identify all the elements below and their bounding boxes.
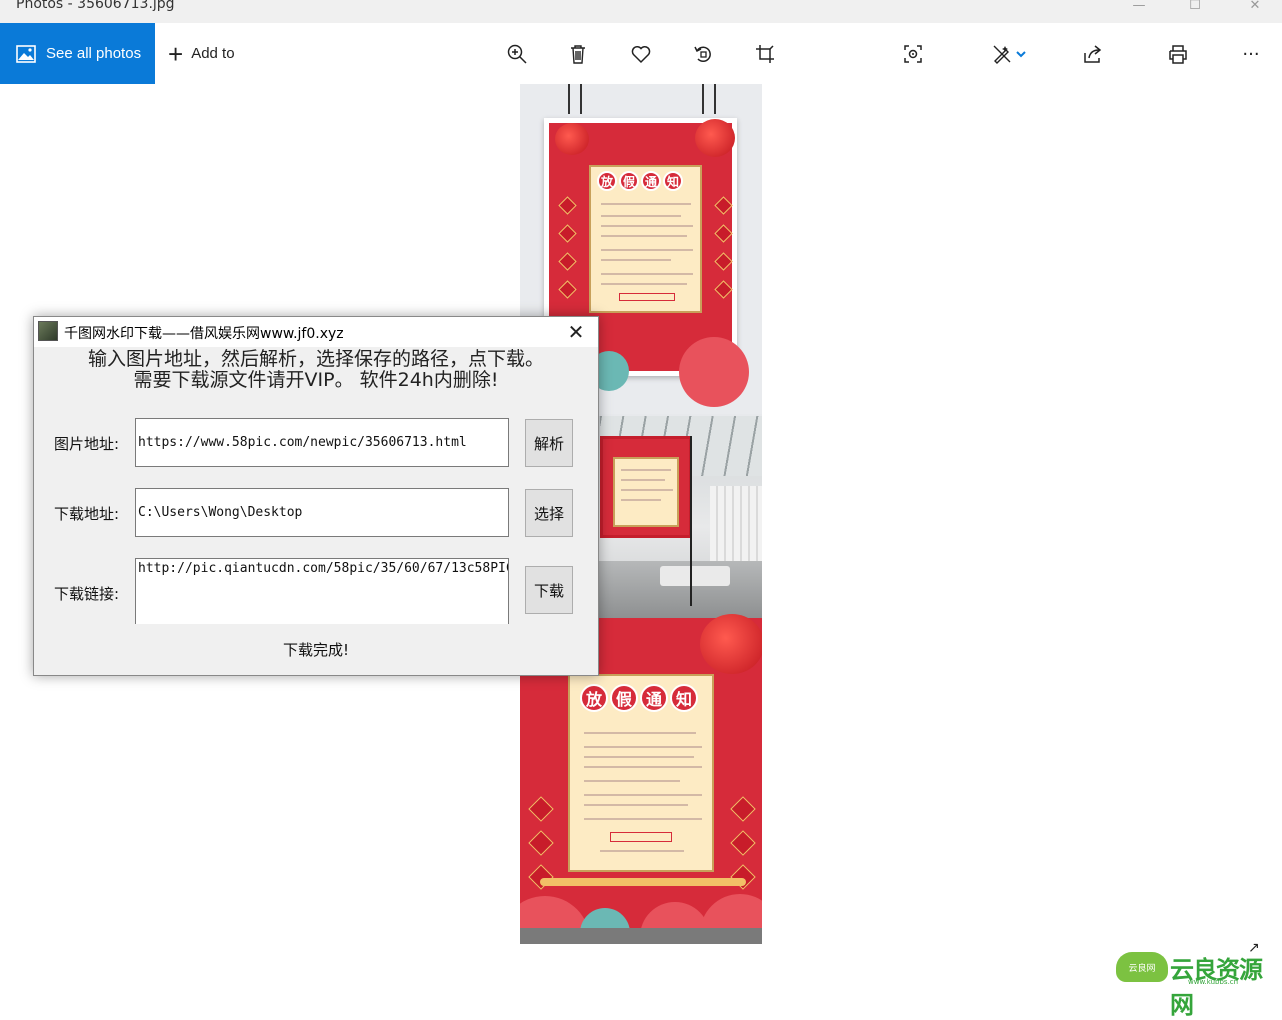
site-watermark: 云良网 云良资源网 www.kubbs.cn <box>1116 944 1282 1019</box>
instruction-line-2: 需要下载源文件请开VIP。 软件24h内删除! <box>133 369 499 391</box>
minimize-button[interactable]: — <box>1116 0 1162 16</box>
window-title: Photos - 35606713.jpg <box>16 0 175 12</box>
binder-clip <box>702 84 716 114</box>
binder-clip <box>568 84 582 114</box>
save-path-input[interactable]: C:\Users\Wong\Desktop <box>135 488 509 537</box>
download-link-label: 下载链接: <box>54 585 120 603</box>
add-to-button[interactable]: + Add to <box>168 23 235 84</box>
instruction-text: 输入图片地址，然后解析，选择保存的路径，点下载。 需要下载源文件请开VIP。 软… <box>34 349 598 391</box>
close-window-button[interactable]: ✕ <box>1232 0 1278 16</box>
window-titlebar: Photos - 35606713.jpg — ☐ ✕ <box>0 0 1282 23</box>
zoom-in-icon[interactable] <box>503 40 531 68</box>
dialog-close-button[interactable]: ✕ <box>554 317 598 347</box>
photos-toolbar: See all photos + Add to ··· <box>0 23 1282 85</box>
rotate-icon[interactable] <box>689 40 717 68</box>
poster-title-char: 知 <box>670 684 698 712</box>
maximize-button[interactable]: ☐ <box>1172 0 1218 16</box>
see-all-photos-button[interactable]: See all photos <box>0 23 155 84</box>
poster-title-char: 放 <box>580 684 608 712</box>
parse-button[interactable]: 解析 <box>525 419 573 467</box>
see-all-photos-label: See all photos <box>46 45 142 62</box>
instruction-line-1: 输入图片地址，然后解析，选择保存的路径，点下载。 <box>87 348 544 370</box>
poster-title-char: 放 <box>597 171 617 191</box>
app-icon <box>38 321 58 341</box>
cloud-logo-icon: 云良网 <box>1116 952 1168 982</box>
poster-title-char: 假 <box>619 171 639 191</box>
edit-icon[interactable] <box>985 40 1033 68</box>
dialog-titlebar: 千图网水印下载——借风娱乐网www.jf0.xyz ✕ <box>34 317 598 347</box>
download-button[interactable]: 下载 <box>525 566 573 614</box>
dialog-title: 千图网水印下载——借风娱乐网www.jf0.xyz <box>64 326 344 342</box>
poster-title-char: 假 <box>610 684 638 712</box>
heart-icon[interactable] <box>627 40 655 68</box>
photos-icon <box>16 44 36 63</box>
enhance-icon[interactable] <box>899 40 927 68</box>
chevron-down-icon <box>1016 51 1026 58</box>
print-icon[interactable] <box>1164 40 1192 68</box>
poster-title-char: 知 <box>663 171 683 191</box>
add-to-label: Add to <box>191 45 235 62</box>
delete-icon[interactable] <box>564 40 592 68</box>
poster-title-char: 通 <box>640 684 668 712</box>
lantern-decoration <box>555 123 589 155</box>
crop-icon[interactable] <box>751 40 779 68</box>
more-icon[interactable]: ··· <box>1237 40 1265 68</box>
downloader-dialog: 千图网水印下载——借风娱乐网www.jf0.xyz ✕ 输入图片地址，然后解析，… <box>33 316 599 676</box>
status-text: 下载完成! <box>282 641 349 659</box>
choose-folder-button[interactable]: 选择 <box>525 489 573 537</box>
image-url-input[interactable]: https://www.58pic.com/newpic/35606713.ht… <box>135 418 509 467</box>
save-path-label: 下载地址: <box>54 505 120 523</box>
plus-icon: + <box>168 38 184 69</box>
poster-paper: 放 假 通 知 <box>589 165 702 313</box>
lantern-decoration <box>695 119 735 157</box>
image-url-label: 图片地址: <box>54 435 120 453</box>
download-link-textarea[interactable]: http://pic.qiantucdn.com/58pic/35/60/67/… <box>135 558 509 624</box>
poster-title: 放 假 通 知 <box>597 171 683 191</box>
poster-title-char: 通 <box>641 171 661 191</box>
share-icon[interactable] <box>1079 40 1107 68</box>
